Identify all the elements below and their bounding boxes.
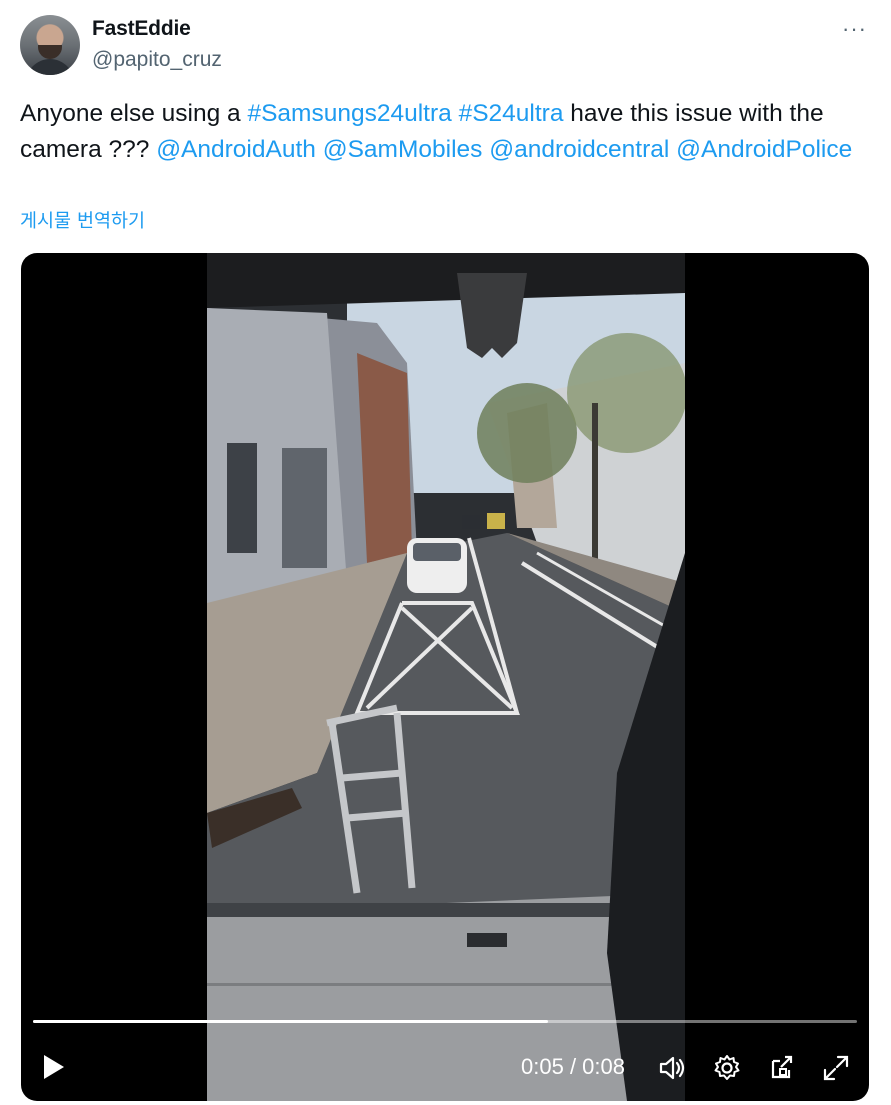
mention-link[interactable]: @AndroidAuth [156, 136, 316, 163]
avatar-body [26, 59, 74, 75]
tweet-text-segment [452, 100, 459, 127]
hashtag-link[interactable]: #Samsungs24ultra [247, 100, 451, 127]
video-frame [207, 253, 685, 1101]
video-progress-bar[interactable] [33, 1020, 857, 1023]
tweet-text: Anyone else using a #Samsungs24ultra #S2… [20, 96, 870, 168]
settings-icon[interactable] [712, 1053, 742, 1083]
play-icon[interactable] [41, 1052, 67, 1082]
mention-link[interactable]: @androidcentral [489, 136, 669, 163]
duration: 0:08 [582, 1054, 625, 1079]
mention-link[interactable]: @AndroidPolice [676, 136, 852, 163]
avatar-beard [38, 45, 62, 59]
video-player[interactable]: 0:05 / 0:08 [21, 253, 869, 1101]
tweet-text-segment: Anyone else using a [20, 100, 248, 127]
translate-post-link[interactable]: 게시물 번역하기 [20, 207, 145, 233]
video-progress-fill [33, 1020, 548, 1023]
fullscreen-icon[interactable] [821, 1053, 851, 1083]
time-separator: / [563, 1054, 583, 1079]
video-time: 0:05 / 0:08 [521, 1054, 625, 1080]
display-name[interactable]: FastEddie [92, 17, 191, 41]
video-controls: 0:05 / 0:08 [21, 1048, 869, 1088]
hashtag-link[interactable]: #S24ultra [459, 100, 564, 127]
current-time: 0:05 [521, 1054, 564, 1079]
more-options-icon[interactable]: ··· [842, 18, 867, 40]
pop-out-icon[interactable] [767, 1053, 797, 1083]
volume-icon[interactable] [657, 1053, 687, 1083]
user-handle[interactable]: @papito_cruz [92, 48, 222, 72]
avatar[interactable] [20, 15, 80, 75]
mention-link[interactable]: @SamMobiles [323, 136, 483, 163]
tweet-text-segment [316, 136, 323, 163]
